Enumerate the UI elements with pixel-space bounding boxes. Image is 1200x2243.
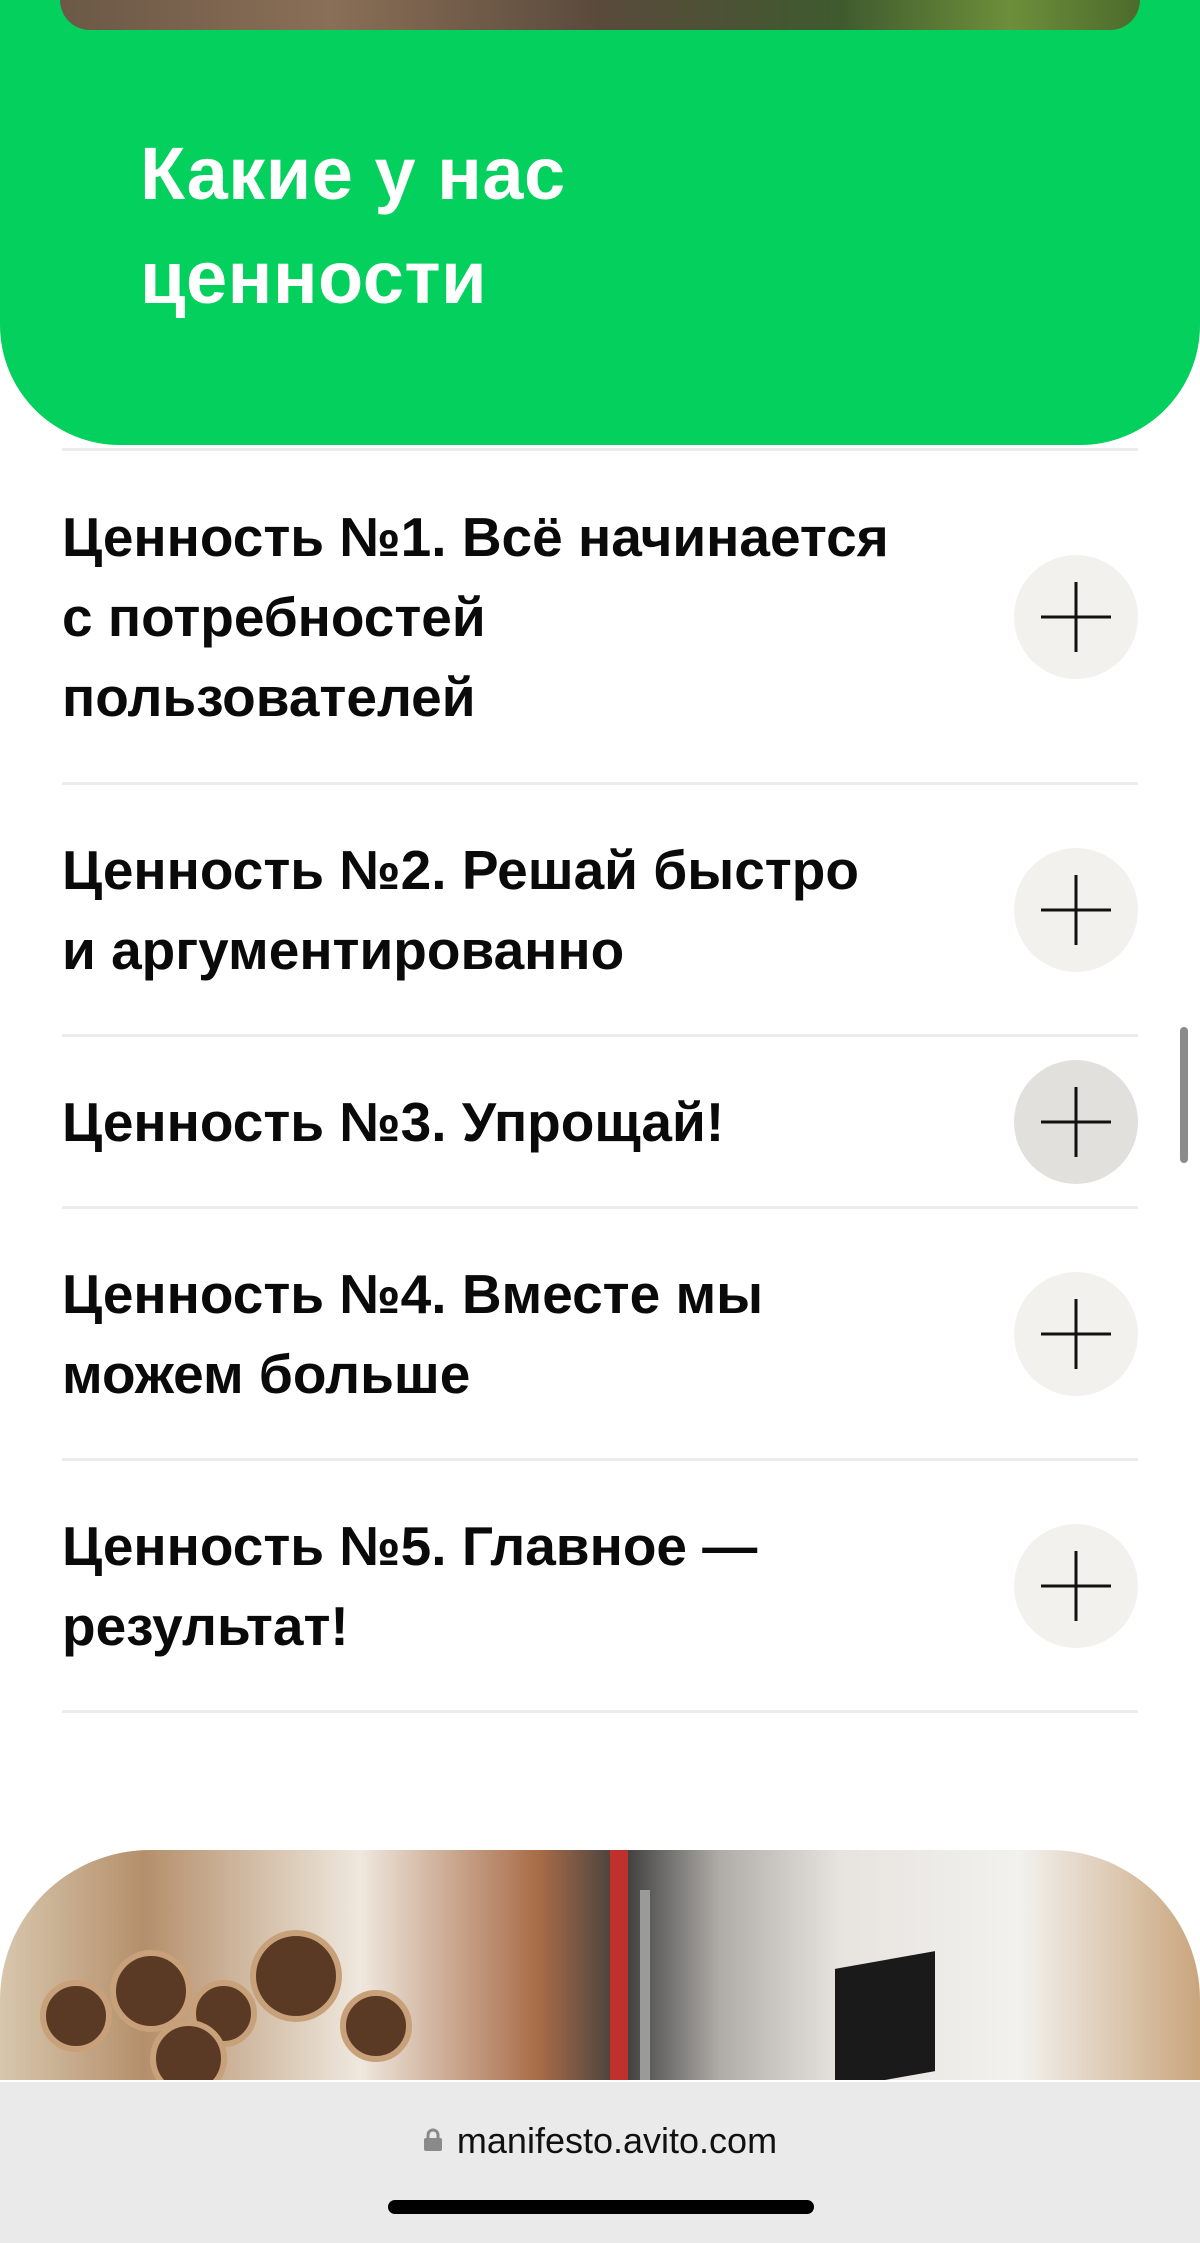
browser-address-bar[interactable]: manifesto.avito.com <box>0 2082 1200 2243</box>
hero-photo <box>60 0 1140 30</box>
plus-icon <box>1041 1550 1111 1621</box>
value-title-4: Ценность №4. Вместе мы можем больше <box>62 1262 764 1405</box>
value-item-2[interactable]: Ценность №2. Решай быстро и аргументиров… <box>62 785 1138 1037</box>
value-title-3: Ценность №3. Упрощай! <box>62 1090 725 1153</box>
expand-button-1[interactable] <box>1014 554 1138 679</box>
values-hero: Какие у нас ценности <box>0 0 1200 445</box>
plus-icon <box>1041 1298 1111 1369</box>
value-title-1: Ценность №1. Всё начинается с потребност… <box>62 505 889 728</box>
value-title-5: Ценность №5. Главное — результат! <box>62 1514 758 1657</box>
expand-button-5[interactable] <box>1014 1523 1138 1648</box>
expand-button-3[interactable] <box>1014 1059 1138 1184</box>
value-item-5[interactable]: Ценность №5. Главное — результат! <box>62 1461 1138 1713</box>
office-photo <box>0 1850 1200 2080</box>
home-indicator[interactable] <box>388 2200 814 2214</box>
url-text: manifesto.avito.com <box>456 2120 778 2161</box>
value-item-3[interactable]: Ценность №3. Упрощай! <box>62 1037 1138 1209</box>
url-display[interactable]: manifesto.avito.com <box>0 2120 1200 2162</box>
lock-icon <box>423 2129 442 2152</box>
value-item-1[interactable]: Ценность №1. Всё начинается с потребност… <box>62 451 1138 785</box>
plus-icon <box>1041 581 1111 652</box>
value-title-2: Ценность №2. Решай быстро и аргументиров… <box>62 838 859 981</box>
expand-button-4[interactable] <box>1014 1271 1138 1396</box>
page-title: Какие у нас ценности <box>140 132 566 319</box>
expand-button-2[interactable] <box>1014 847 1138 972</box>
values-accordion: Ценность №1. Всё начинается с потребност… <box>62 448 1138 1713</box>
plus-icon <box>1041 874 1111 945</box>
value-item-4[interactable]: Ценность №4. Вместе мы можем больше <box>62 1209 1138 1461</box>
scrollbar[interactable] <box>1180 1027 1188 1163</box>
plus-icon <box>1041 1086 1111 1157</box>
